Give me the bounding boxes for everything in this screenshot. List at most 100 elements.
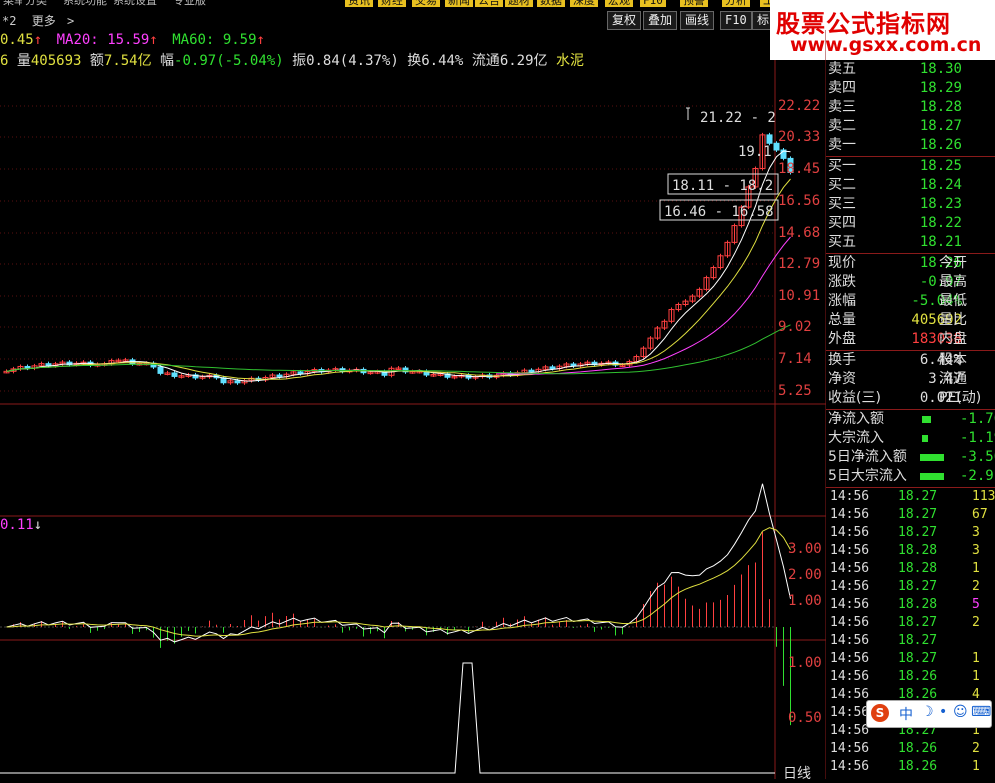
flow-row: 5日净流入额 -3.50 — [826, 448, 995, 467]
signal-tick: 1.00 — [788, 655, 822, 671]
tick-row: 14:56 18.27 3 — [826, 524, 995, 542]
tick-volume: 2 — [972, 579, 980, 594]
macd-tick: 1.00 — [788, 593, 822, 609]
row-label: 涨跌 — [828, 274, 856, 290]
flow-value: -1.76 — [960, 411, 995, 427]
row-label: 卖一 — [828, 137, 856, 153]
row-label: 买一 — [828, 158, 856, 174]
punct-icon[interactable]: • — [939, 704, 947, 720]
row-label: 买三 — [828, 196, 856, 212]
macd-dea-line — [6, 527, 791, 637]
row-label2: 最高 — [939, 274, 967, 290]
emoji-icon[interactable]: ☺ — [953, 704, 968, 720]
chart-canvas[interactable]: 21.22 - 2 19.1 18.11 - 18.2 16.46 - 16.5… — [0, 0, 826, 779]
tick-price: 18.27 — [898, 651, 938, 666]
flow-label: 5日净流入额 — [828, 449, 907, 465]
tick-row: 14:56 18.27 2 — [826, 614, 995, 632]
tick-price: 18.28 — [898, 561, 938, 576]
candle-body — [24, 365, 31, 369]
row-label2: PE(动) — [939, 390, 982, 406]
quote-row: 现价 18.26 今开 — [826, 254, 995, 273]
sogou-icon[interactable]: S — [871, 704, 889, 722]
tick-row: 14:56 18.26 1 — [826, 668, 995, 686]
tick-price: 18.27 — [898, 633, 938, 648]
tick-time: 14:56 — [830, 543, 870, 558]
tick-time: 14:56 — [830, 669, 870, 684]
row-label2: 内盘 — [939, 331, 967, 347]
tick-volume: 2 — [972, 615, 980, 630]
keyboard-icon[interactable]: ⌨ — [971, 704, 991, 720]
row-value: 18.30 — [919, 61, 962, 77]
row-label: 卖三 — [828, 99, 856, 115]
row-value: 18.26 — [919, 137, 962, 153]
signal-line — [0, 662, 775, 774]
row-label2: 流通 — [939, 371, 967, 387]
ime-lang[interactable]: 中 — [899, 704, 913, 724]
flow-bar — [922, 435, 928, 442]
row-value: 18.24 — [919, 177, 962, 193]
flow-bar — [920, 473, 944, 480]
quote-row: 外盘 183038 内盘 — [826, 330, 995, 349]
row-label: 卖五 — [828, 61, 856, 77]
ask-row: 卖一 18.26 — [826, 136, 995, 155]
row-label2: 量比 — [939, 312, 967, 328]
ask-row: 卖四 18.29 — [826, 79, 995, 98]
flow-row: 大宗流入 -1.19 — [826, 429, 995, 448]
macd-header: 0.11↓ — [0, 517, 42, 533]
macd-dif-line — [6, 483, 791, 643]
price-grid — [0, 105, 775, 392]
row-value: 18.27 — [919, 118, 962, 134]
tick-row: 14:56 18.28 5 — [826, 596, 995, 614]
row-label: 卖二 — [828, 118, 856, 134]
quote-row: 涨幅 -5.04% 最低 — [826, 292, 995, 311]
tick-volume: 1 — [972, 669, 980, 684]
annot-high: 21.22 - 2 — [700, 110, 776, 126]
tick-time: 14:56 — [830, 489, 870, 504]
price-tick: 7.14 — [778, 351, 812, 367]
tick-price: 18.27 — [898, 579, 938, 594]
flow-value: -2.9 — [960, 468, 994, 484]
row-label2: 最低 — [939, 293, 967, 309]
candle-body — [234, 380, 241, 384]
tick-price: 18.26 — [898, 759, 938, 774]
quote-row: 总量 405692 量比 — [826, 311, 995, 330]
row-value: 18.25 — [919, 158, 962, 174]
flow-value: -3.50 — [960, 449, 995, 465]
row-label: 现价 — [828, 255, 856, 271]
flow-row: 净流入额 -1.76 — [826, 410, 995, 429]
flow-label: 5日大宗流入 — [828, 468, 907, 484]
period-label: 日线 — [783, 766, 811, 782]
macd-value: 0.11 — [0, 517, 34, 533]
tick-volume: 67 — [972, 507, 988, 522]
tick-volume: 3 — [972, 525, 980, 540]
tick-volume: 1 — [972, 651, 980, 666]
tick-price: 18.28 — [898, 543, 938, 558]
candle-body — [171, 372, 178, 377]
tick-row: 14:56 18.27 — [826, 632, 995, 650]
tick-price: 18.27 — [898, 489, 938, 504]
tick-time: 14:56 — [830, 525, 870, 540]
bid-row: 买一 18.25 — [826, 157, 995, 176]
tick-row: 14:56 18.27 113 — [826, 488, 995, 506]
candle-body — [528, 369, 535, 373]
candle-body — [157, 366, 164, 374]
macd-pane — [0, 483, 791, 726]
stat-row: 换手 6.44% 股本 — [826, 351, 995, 370]
tick-row: 14:56 18.28 3 — [826, 542, 995, 560]
row-value: 18.28 — [919, 99, 962, 115]
quote-panel: 卖五 18.30 卖四 18.29 卖三 18.28 卖二 18.27 卖一 18.26 买一 18.… — [826, 60, 995, 779]
down-arrow-icon: ↓ — [33, 517, 43, 533]
price-tick: 18.45 — [778, 161, 821, 177]
tick-row: 14:56 18.26 2 — [826, 740, 995, 758]
tick-row: 14:56 18.26 1 — [826, 758, 995, 776]
row-value: 18.29 — [919, 80, 962, 96]
annot-mid: 19.1 — [738, 144, 772, 160]
bid-row: 买四 18.22 — [826, 214, 995, 233]
annot-box2: 16.46 - 16.58 — [664, 204, 774, 220]
moon-icon[interactable]: ☽ — [921, 704, 934, 720]
tick-row: 14:56 18.27 67 — [826, 506, 995, 524]
tick-row: 14:56 18.27 2 — [826, 578, 995, 596]
flow-bar — [920, 454, 944, 461]
candle-body — [766, 134, 773, 144]
ime-toolbar[interactable]: S 中 ☽ • ☺ ⌨ — [866, 700, 992, 728]
